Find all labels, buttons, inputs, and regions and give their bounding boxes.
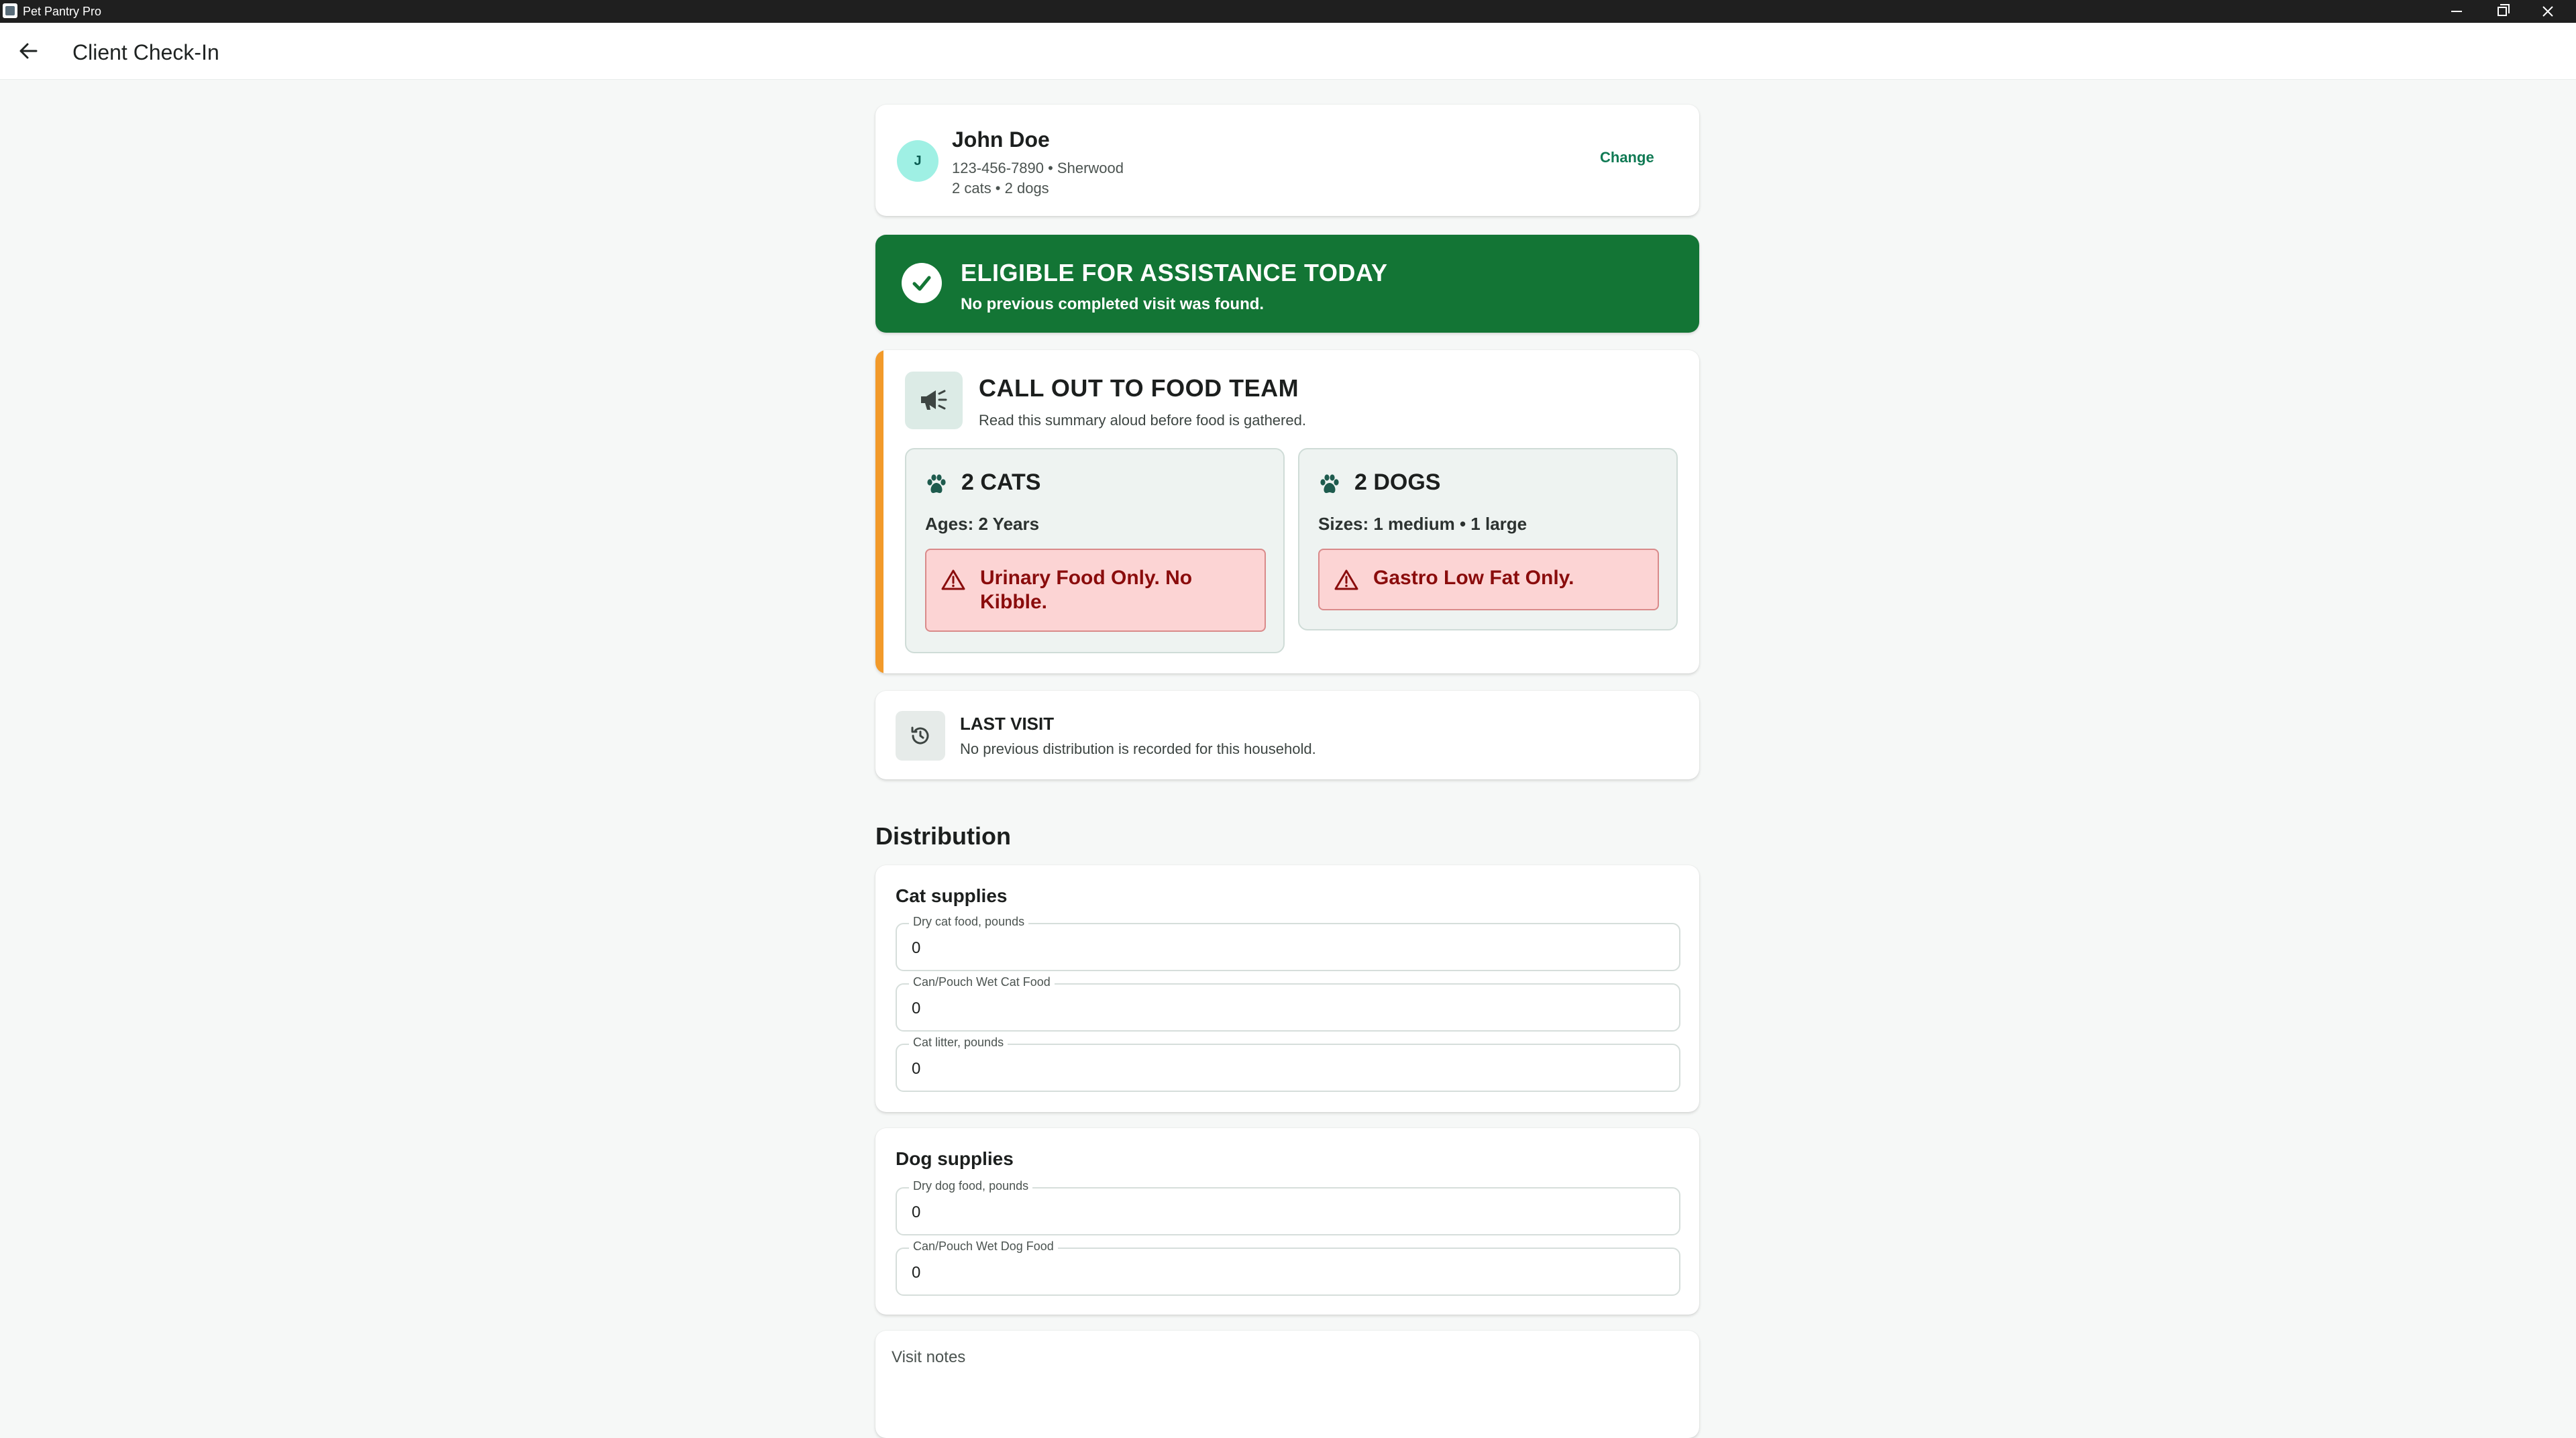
dry-cat-food-field[interactable]: Dry cat food, pounds: [896, 915, 1680, 971]
cats-diet-alert: Urinary Food Only. No Kibble.: [925, 549, 1266, 632]
cats-ages: Ages: 2 Years: [925, 514, 1040, 534]
cats-title: 2 CATS: [961, 469, 1041, 495]
cats-alert-text: Urinary Food Only. No Kibble.: [980, 567, 1193, 613]
field-label: Dry dog food, pounds: [909, 1179, 1033, 1193]
callout-accent-bar: [875, 350, 883, 673]
field-label: Can/Pouch Wet Cat Food: [909, 975, 1055, 989]
wet-dog-food-field[interactable]: Can/Pouch Wet Dog Food: [896, 1239, 1680, 1296]
check-icon: [902, 263, 942, 303]
eligibility-title: ELIGIBLE FOR ASSISTANCE TODAY: [961, 259, 1388, 286]
restore-icon: [2498, 4, 2510, 16]
restore-button[interactable]: [2479, 0, 2525, 23]
client-card: J John Doe 123-456-7890 • Sherwood 2 cat…: [875, 105, 1699, 216]
dogs-summary-panel: 2 DOGS Sizes: 1 medium • 1 large Gastro …: [1298, 448, 1678, 630]
minimize-button[interactable]: [2434, 0, 2479, 23]
dogs-alert-text: Gastro Low Fat Only.: [1373, 567, 1574, 589]
callout-subtitle: Read this summary aloud before food is g…: [979, 412, 1306, 429]
cat-supplies-card: Cat supplies Dry cat food, pounds Can/Po…: [875, 865, 1699, 1112]
cat-litter-field[interactable]: Cat litter, pounds: [896, 1036, 1680, 1092]
page-title: Client Check-In: [72, 40, 219, 64]
avatar: J: [897, 140, 938, 182]
cat-litter-input[interactable]: [912, 1060, 1314, 1078]
field-label: Dry cat food, pounds: [909, 915, 1029, 929]
food-team-callout-card: CALL OUT TO FOOD TEAM Read this summary …: [875, 350, 1699, 673]
dogs-diet-alert: Gastro Low Fat Only.: [1318, 549, 1659, 610]
megaphone-icon: [905, 372, 963, 429]
close-icon: [2542, 6, 2553, 17]
field-label: Can/Pouch Wet Dog Food: [909, 1239, 1058, 1254]
wet-cat-food-field[interactable]: Can/Pouch Wet Cat Food: [896, 975, 1680, 1032]
visit-notes-field[interactable]: Visit notes: [875, 1331, 1699, 1438]
history-icon: [896, 711, 945, 761]
cats-summary-panel: 2 CATS Ages: 2 Years Urinary Food Only. …: [905, 448, 1285, 653]
visit-notes-label: Visit notes: [892, 1348, 966, 1366]
wet-cat-food-input[interactable]: [912, 999, 1314, 1018]
dog-supplies-card: Dog supplies Dry dog food, pounds Can/Po…: [875, 1128, 1699, 1315]
dog-supplies-title: Dog supplies: [896, 1148, 1014, 1169]
client-contact: 123-456-7890 • Sherwood: [952, 160, 1124, 176]
wet-dog-food-input[interactable]: [912, 1264, 1314, 1282]
warning-triangle-icon: [941, 569, 965, 590]
last-visit-subtitle: No previous distribution is recorded for…: [960, 740, 1316, 757]
client-pets-summary: 2 cats • 2 dogs: [952, 180, 1049, 197]
dogs-title: 2 DOGS: [1354, 469, 1441, 495]
distribution-title: Distribution: [875, 822, 1011, 850]
close-window-button[interactable]: [2525, 0, 2571, 23]
app-logo-icon: [3, 3, 17, 18]
client-name: John Doe: [952, 127, 1050, 152]
paw-icon: [927, 474, 946, 494]
dogs-sizes: Sizes: 1 medium • 1 large: [1318, 514, 1527, 534]
field-label: Cat litter, pounds: [909, 1036, 1008, 1050]
window-title-bar: Pet Pantry Pro: [0, 0, 2576, 23]
arrow-left-icon: [19, 43, 38, 59]
cat-supplies-title: Cat supplies: [896, 885, 1008, 906]
minimize-icon: [2451, 11, 2462, 12]
eligibility-subtitle: No previous completed visit was found.: [961, 295, 1265, 313]
dry-dog-food-input[interactable]: [912, 1203, 1314, 1222]
warning-triangle-icon: [1334, 569, 1358, 590]
paw-icon: [1320, 474, 1339, 494]
callout-title: CALL OUT TO FOOD TEAM: [979, 374, 1299, 402]
dry-cat-food-input[interactable]: [912, 939, 1314, 958]
last-visit-card: LAST VISIT No previous distribution is r…: [875, 691, 1699, 779]
back-button[interactable]: [11, 34, 46, 68]
window-title: Pet Pantry Pro: [23, 5, 102, 18]
dry-dog-food-field[interactable]: Dry dog food, pounds: [896, 1179, 1680, 1235]
change-client-button[interactable]: Change: [1600, 149, 1654, 166]
app-header: Client Check-In: [0, 23, 2576, 80]
eligibility-banner: ELIGIBLE FOR ASSISTANCE TODAY No previou…: [875, 235, 1699, 333]
last-visit-title: LAST VISIT: [960, 714, 1055, 734]
